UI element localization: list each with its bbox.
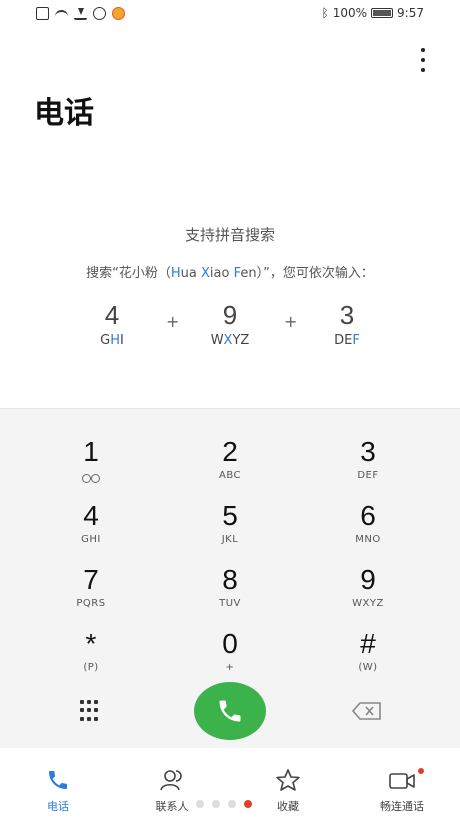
key-4[interactable]: 4 GHI xyxy=(31,501,151,561)
hint-key-sequence: 4 GHI + 9 WXYZ + 3 DEF xyxy=(0,300,460,356)
call-button[interactable] xyxy=(194,682,266,740)
hint-key-number: 3 xyxy=(339,300,355,330)
page-dot xyxy=(212,800,220,808)
phone-icon xyxy=(49,771,67,789)
battery-percent: 100% xyxy=(332,6,368,20)
hint-key-letters: GHI xyxy=(100,333,124,348)
hint-key-letters: DEF xyxy=(334,333,360,348)
contacts-icon xyxy=(160,770,182,791)
hint-key: 3 DEF xyxy=(307,300,387,348)
key-3[interactable]: 3 DEF xyxy=(308,437,428,497)
hint-key-letters: WXYZ xyxy=(210,333,250,348)
backspace-icon[interactable] xyxy=(351,702,382,720)
status-icons-right: ᛒ 100% 9:57 xyxy=(322,6,424,20)
page-dot xyxy=(196,800,204,808)
hint-key-number: 9 xyxy=(222,300,238,330)
plus-sign: + xyxy=(166,312,180,331)
key-2[interactable]: 2 ABC xyxy=(170,437,290,497)
hint-description: 搜索“花小粉（Hua Xiao Fen）”，您可依次输入： xyxy=(86,266,374,281)
notification-badge xyxy=(418,768,424,774)
notification-icon xyxy=(36,7,49,20)
status-bar: ᛒ 100% 9:57 xyxy=(0,0,460,30)
wifi-icon xyxy=(55,9,68,18)
weibo-icon xyxy=(112,7,125,20)
battery-icon xyxy=(371,8,394,18)
key-5[interactable]: 5 JKL xyxy=(170,501,290,561)
x-app-icon xyxy=(93,7,106,20)
tab-phone[interactable]: 电话 xyxy=(18,768,98,814)
hint-title: 支持拼音搜索 xyxy=(184,226,275,244)
key-7[interactable]: 7 PQRS xyxy=(31,565,151,625)
hint-key: 4 GHI xyxy=(72,300,152,348)
status-icons-left xyxy=(36,7,125,20)
key-0[interactable]: 0 + xyxy=(170,629,290,689)
tab-favorites[interactable]: 收藏 xyxy=(248,768,328,814)
hint-key-number: 4 xyxy=(104,300,120,330)
video-call-icon xyxy=(389,773,415,789)
key-star[interactable]: * (P) xyxy=(31,629,151,689)
bluetooth-icon: ᛒ xyxy=(321,6,329,20)
key-8[interactable]: 8 TUV xyxy=(170,565,290,625)
page-dot-active xyxy=(244,800,252,808)
key-1[interactable]: 1 xyxy=(31,437,151,497)
page-title: 电话 xyxy=(34,96,94,131)
tab-meetime[interactable]: 畅连通话 xyxy=(362,768,442,814)
plus-sign: + xyxy=(284,312,298,331)
download-icon xyxy=(74,7,87,20)
bottom-nav: 电话 联系人 收藏 畅连通话 xyxy=(0,762,460,819)
voicemail-icon xyxy=(82,474,100,483)
page-dot xyxy=(228,800,236,808)
key-hash[interactable]: # (W) xyxy=(308,629,428,689)
key-6[interactable]: 6 MNO xyxy=(308,501,428,561)
dial-actions xyxy=(0,682,460,740)
star-icon xyxy=(276,769,300,791)
page-indicator xyxy=(196,800,252,808)
key-9[interactable]: 9 WXYZ xyxy=(308,565,428,625)
clock: 9:57 xyxy=(397,6,424,20)
phone-call-icon xyxy=(219,700,241,722)
hint-key: 9 WXYZ xyxy=(190,300,270,348)
dialpad-toggle-icon[interactable] xyxy=(80,700,102,722)
more-vertical-icon[interactable] xyxy=(416,48,430,72)
